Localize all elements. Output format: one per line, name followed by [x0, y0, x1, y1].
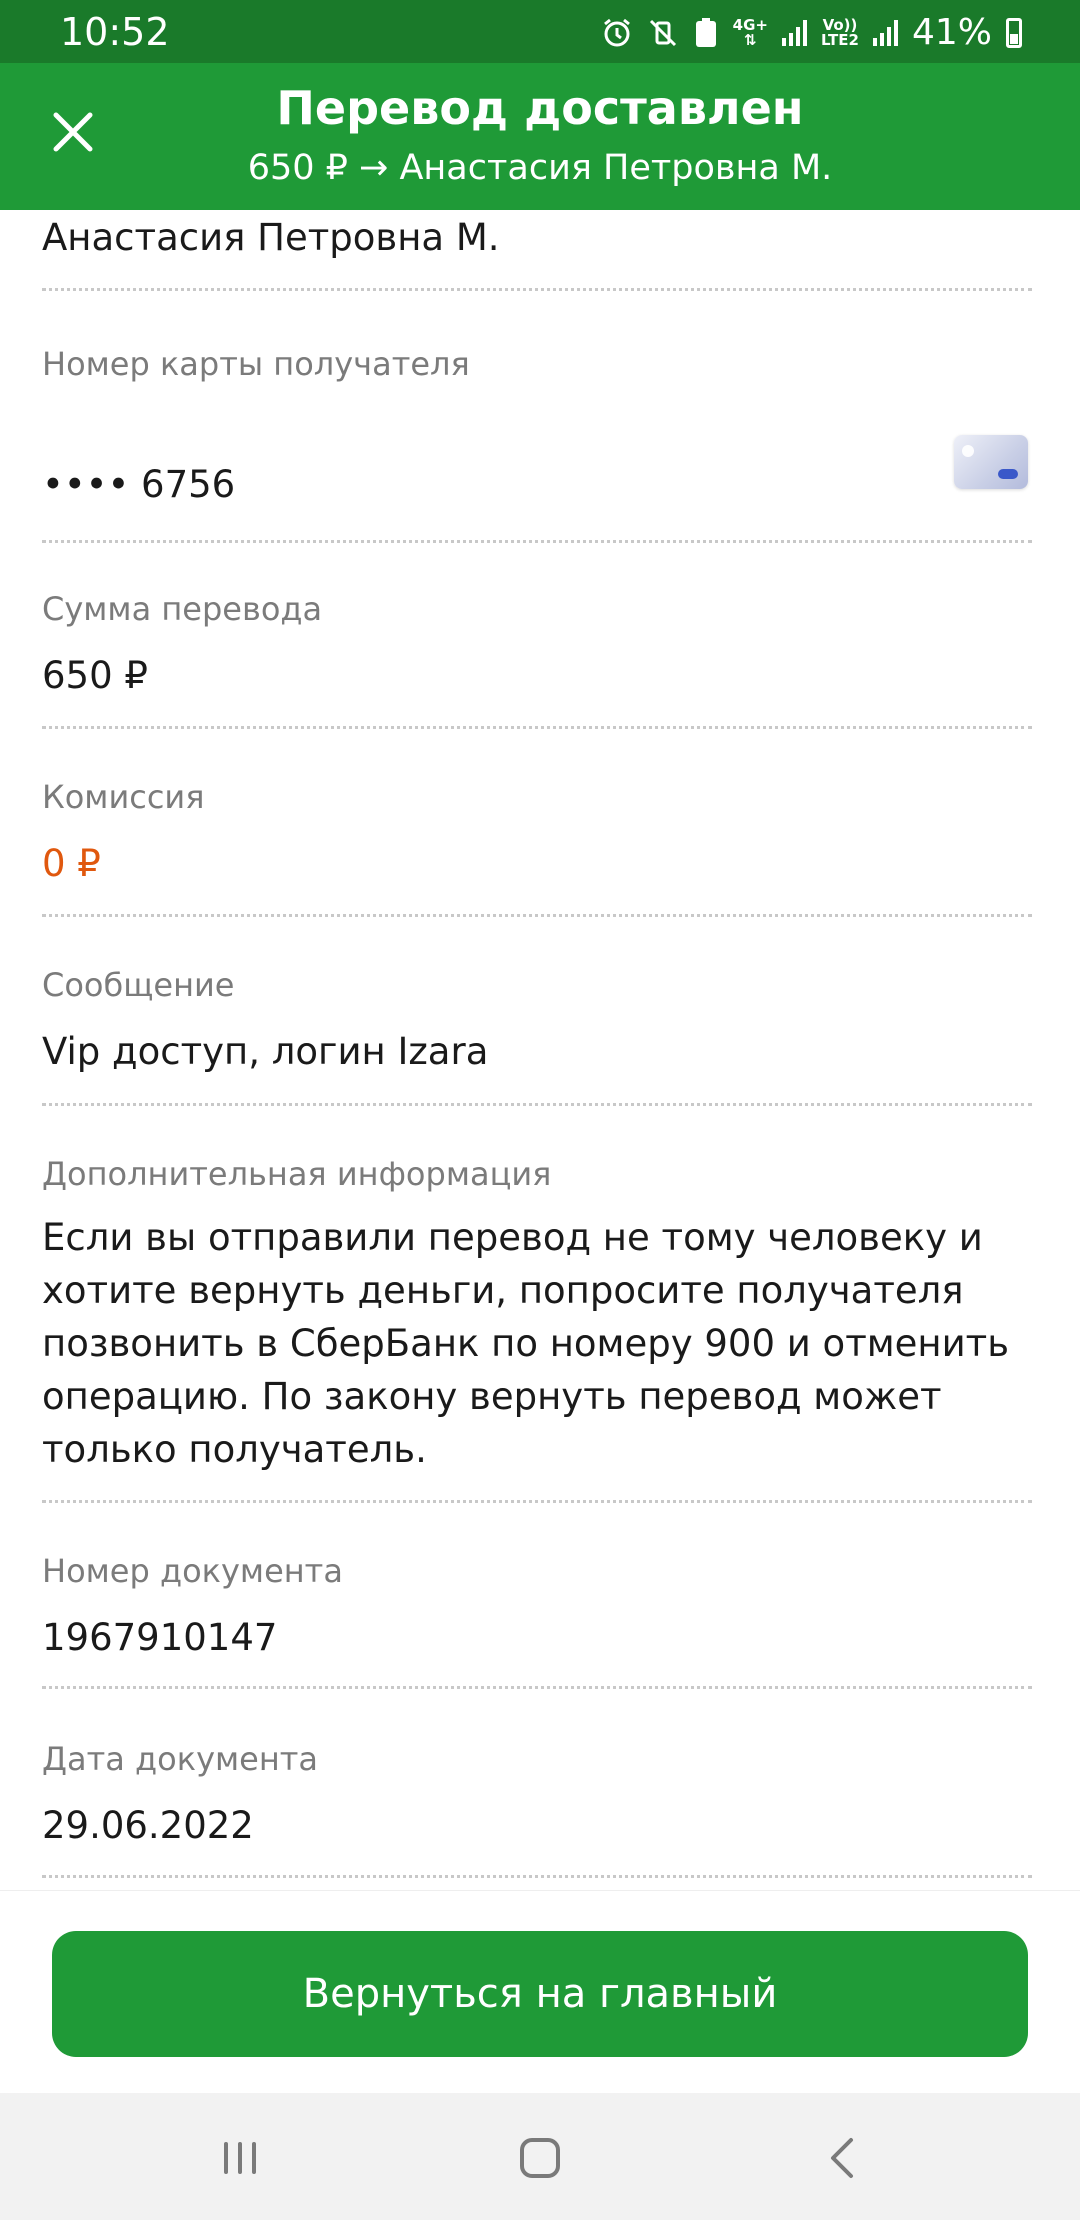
divider: [42, 1875, 1032, 1878]
divider: [42, 914, 1032, 917]
recent-apps-button[interactable]: [200, 2123, 280, 2193]
amount-value: 650 ₽: [42, 654, 148, 697]
divider: [42, 288, 1032, 291]
home-icon: [520, 2138, 560, 2178]
bottom-action-bar: Вернуться на главный: [0, 1890, 1080, 2094]
divider: [42, 726, 1032, 729]
battery-percent: 41%: [911, 12, 992, 53]
home-button[interactable]: [500, 2123, 580, 2193]
divider: [42, 1500, 1032, 1503]
fee-label: Комиссия: [42, 778, 205, 816]
card-number-value: •••• 6756: [42, 463, 236, 506]
system-nav-bar: [0, 2093, 1080, 2220]
card-number-label: Номер карты получателя: [42, 345, 470, 383]
document-number-field: Номер документа 1967910147: [42, 1552, 1032, 1659]
app-header: Перевод доставлен 650 ₽ → Анастасия Петр…: [0, 63, 1080, 210]
status-time: 10:52: [60, 10, 170, 54]
fee-field: Комиссия 0 ₽: [42, 778, 1032, 885]
divider: [42, 1686, 1032, 1689]
recipient-name: Анастасия Петровна М.: [42, 216, 500, 259]
transfer-details[interactable]: Анастасия Петровна М. Номер карты получа…: [0, 210, 1080, 1890]
amount-label: Сумма перевода: [42, 590, 323, 628]
additional-info-text: Если вы отправили перевод не тому челове…: [42, 1216, 1010, 1471]
message-value: Vip доступ, логин Izara: [42, 1030, 489, 1073]
document-date-value: 29.06.2022: [42, 1804, 254, 1847]
card-number-value-field: •••• 6756: [42, 463, 1032, 506]
vibrate-mute-icon: [647, 17, 679, 49]
lte2-label: LTE2: [820, 30, 859, 49]
document-date-field: Дата документа 29.06.2022: [42, 1740, 1032, 1847]
network-arrows-icon: ⇅: [744, 30, 757, 49]
signal-1-icon: [781, 19, 807, 46]
status-icons: 4G+ ⇅ Vo)) LTE2 41%: [601, 12, 1022, 53]
back-button[interactable]: [803, 2123, 883, 2193]
network-4g-icon: 4G+ ⇅: [733, 17, 768, 49]
page-title: Перевод доставлен: [276, 81, 804, 135]
bank-card-icon: [954, 435, 1028, 489]
signal-2-icon: [872, 19, 898, 46]
card-number-field: Номер карты получателя: [42, 345, 1032, 383]
alarm-icon: [601, 17, 633, 49]
divider: [42, 540, 1032, 543]
status-bar: 10:52 4G+ ⇅ Vo)) LTE2 41%: [0, 0, 1080, 63]
back-icon: [831, 2138, 853, 2178]
volte-icon: Vo)) LTE2: [820, 17, 859, 49]
divider: [42, 1103, 1032, 1106]
fee-value: 0 ₽: [42, 842, 101, 885]
additional-info-label: Дополнительная информация: [42, 1155, 552, 1193]
return-home-button[interactable]: Вернуться на главный: [52, 1931, 1028, 2057]
recent-apps-icon: [224, 2142, 256, 2174]
additional-info-field: Дополнительная информация Если вы отправ…: [42, 1155, 1032, 1476]
message-field: Сообщение Vip доступ, логин Izara: [42, 966, 1032, 1073]
battery-saver-icon: [693, 17, 719, 49]
document-number-value: 1967910147: [42, 1616, 278, 1659]
document-date-label: Дата документа: [42, 1740, 318, 1778]
page-subtitle: 650 ₽ → Анастасия Петровна М.: [247, 148, 833, 188]
recipient-name-field: Анастасия Петровна М.: [42, 216, 1032, 259]
battery-icon: [1006, 17, 1022, 48]
document-number-label: Номер документа: [42, 1552, 343, 1590]
message-label: Сообщение: [42, 966, 235, 1004]
amount-field: Сумма перевода 650 ₽: [42, 590, 1032, 697]
